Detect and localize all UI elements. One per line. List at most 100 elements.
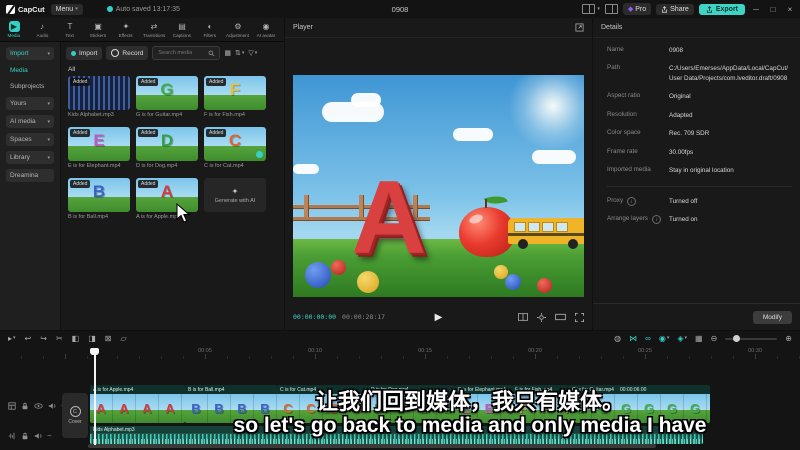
media-item-g-guitar[interactable]: Added G G is for Guitar.mp4 [136,76,200,127]
modify-button[interactable]: Modify [752,310,792,324]
search-box[interactable] [152,46,221,60]
export-button[interactable]: Export [698,3,745,15]
detail-row-imported-media: Imported media Stay in original location [607,166,734,175]
zoom-out-icon[interactable]: ⊖ [711,334,718,343]
sidebar-item-import[interactable]: Import ▾ [6,47,54,60]
trim-right-icon[interactable]: ◨ [88,334,96,343]
tab-audio[interactable]: ♪ Audio [28,21,56,39]
scrollbar-handle[interactable] [88,444,656,448]
ratio-icon[interactable] [555,313,566,321]
timeline-audio-clip[interactable]: Kids Alphabet.mp3 [90,426,703,444]
record-button[interactable]: Record [106,46,149,60]
layout-toggle-button[interactable]: ▾ [582,4,600,14]
timeline-clip-a[interactable]: A is for Apple.mp4 AAAAA [90,385,185,423]
sidebar-item-ai-media[interactable]: AI media ▾ [6,115,54,128]
mouse-cursor [176,203,191,223]
filter-icon[interactable]: ▽ ▾ [248,49,257,57]
trim-left-icon[interactable]: ◧ [72,334,80,343]
media-item-c-cat[interactable]: Added C C is for Cat.mp4 [204,127,268,178]
mute-track-icon[interactable] [48,402,56,410]
sort-icon[interactable]: ⇅ ▾ [235,49,244,57]
close-button[interactable]: × [784,5,796,14]
tab-filters[interactable]: ◐ Filters [196,21,224,39]
audio-preview-icon[interactable]: ◉ ▾ [659,334,670,343]
preview-quality-icon[interactable]: ▦ [695,334,703,343]
menu-button[interactable]: Menu ▾ [50,3,83,15]
mirror-preview-icon[interactable] [518,313,528,321]
tab-captions[interactable]: ▤ Captions [168,21,196,39]
track-order-icon[interactable] [8,401,16,410]
detail-row-color-space: Color space Rec. 709 SDR [607,129,710,138]
chevron-down-icon: ▾ [47,136,50,143]
generate-with-ai-card[interactable]: ✦ Generate with AI [204,178,268,229]
sun [508,75,584,151]
undo-icon[interactable]: ↩ [25,334,32,343]
mirror-icon[interactable]: ▱ [120,334,126,343]
zoom-slider-handle[interactable] [733,335,741,342]
tab-adjustment[interactable]: ⚙ Adjustment [224,21,252,39]
panel-layout-button[interactable] [604,4,618,14]
snap-icon[interactable]: ⋈ [629,334,637,343]
sidebar-item-media[interactable]: Media [6,65,54,76]
playhead-handle[interactable] [90,348,99,355]
waveform-icon[interactable] [8,432,16,440]
sidebar-item-subprojects[interactable]: Subprojects [6,81,54,92]
tab-ai-avatar[interactable]: ◉ AI avatar [252,21,280,39]
timeline-clip-d[interactable]: D is for Dog.mp4 DDDD [368,385,455,423]
cover-button[interactable]: C Cover [62,393,88,438]
timeline-zoom-slider[interactable] [725,335,778,342]
voiceover-icon[interactable]: ◍ [614,334,621,343]
search-input[interactable] [156,49,207,57]
tab-effects[interactable]: ✦ Effects [112,21,140,39]
lock-icon[interactable] [21,432,29,440]
redo-icon[interactable]: ↪ [40,334,47,343]
media-item-e-elephant[interactable]: Added E E is for Elephant.mp4 [68,127,132,178]
audio-icon: ♪ [40,21,44,31]
pro-button[interactable]: ◆ Pro [622,3,652,15]
video-preview[interactable]: A [293,75,584,297]
timeline-clip-e[interactable]: E is for Elephant.mp4 EEE [455,385,512,423]
filter-all-label[interactable]: All [68,66,75,73]
hide-track-icon[interactable] [34,402,43,410]
chevron-down-icon: ▾ [47,50,50,57]
timeline-clip-f[interactable]: F is for Fish.mp4 FFF [512,385,569,423]
sidebar-item-spaces[interactable]: Spaces ▾ [6,133,54,146]
timeline-ruler[interactable]: 00:05 00:10 00:15 00:20 00:25 00:30 [0,346,800,359]
media-item-f-fish[interactable]: Added F F is for Fish.mp4 [204,76,268,127]
playhead[interactable] [90,348,99,445]
detach-player-icon[interactable] [575,23,584,32]
import-button[interactable]: Import [66,46,103,60]
tab-media[interactable]: ▶ Media [0,20,28,39]
split-icon[interactable]: ✂ [56,334,63,343]
timeline-clip-c[interactable]: C is for Cat.mp4 CCCCC [277,385,368,423]
sidebar-item-yours[interactable]: Yours ▾ [6,97,54,110]
sidebar-item-dreamina[interactable]: Dreamina [6,169,54,182]
timeline-clip-g[interactable]: G is for Guitar.mp400:00:06:00 GGGGGGG [569,385,710,423]
export-icon [706,5,712,13]
grid-view-icon[interactable]: ▦ [224,49,231,57]
render-icon[interactable]: ◈ ▾ [677,334,687,343]
zoom-in-icon[interactable]: ⊕ [785,334,792,343]
tab-text[interactable]: T Text [56,21,84,39]
collapse-track-icon[interactable]: − [47,431,52,440]
select-tool-button[interactable]: ▸ ▾ [8,334,16,343]
maximize-button[interactable]: □ [767,5,779,14]
tab-stickers[interactable]: ▣ Stickers [84,21,112,39]
mute-track-icon[interactable] [34,432,42,440]
share-button[interactable]: Share [656,3,694,15]
link-icon[interactable]: ∞ [645,334,651,343]
timeline-clip-b[interactable]: B is for Ball.mp4 BBBBB [185,385,277,423]
minimize-button[interactable]: ─ [750,5,762,14]
media-item-d-dog[interactable]: Added D D is for Dog.mp4 [136,127,200,178]
fullscreen-icon[interactable] [575,312,584,322]
delete-icon[interactable]: ⊠ [105,334,112,343]
horizontal-scrollbar[interactable] [0,444,800,448]
import-icon [71,50,76,56]
tab-transitions[interactable]: ⇄ Transitions [140,21,168,39]
focus-icon[interactable] [537,312,546,322]
lock-icon[interactable] [21,402,29,410]
ball-yellow [357,270,380,293]
media-item-b-ball[interactable]: Added B B is for Ball.mp4 [68,178,132,229]
media-item-kids-alphabet[interactable]: Added Kids Alphabet.mp3 [68,76,132,127]
sidebar-item-library[interactable]: Library ▾ [6,151,54,164]
